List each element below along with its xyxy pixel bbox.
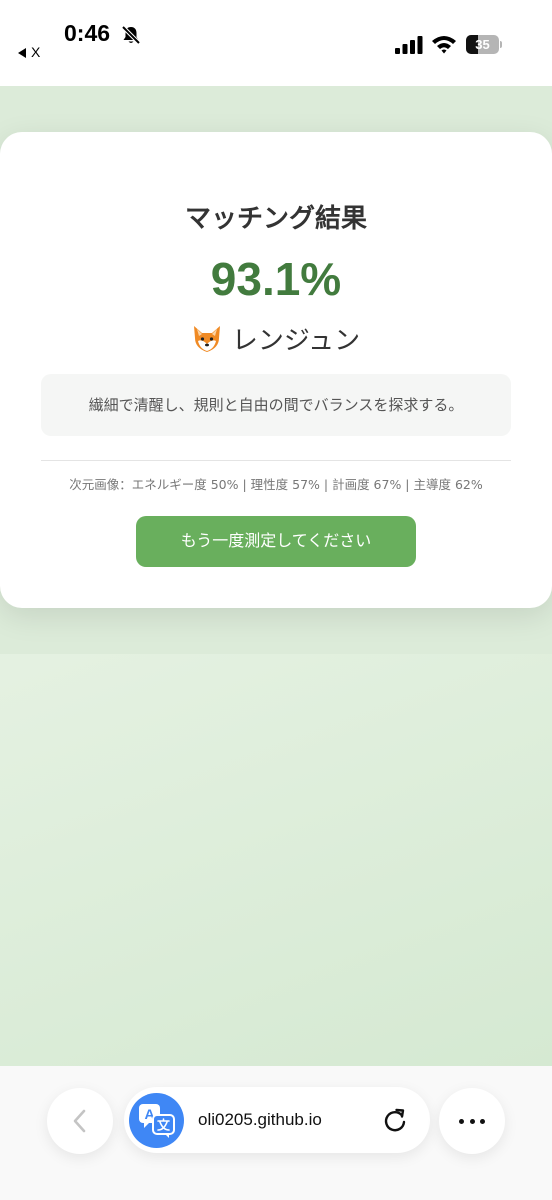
more-dot-icon (480, 1119, 485, 1124)
match-score: 93.1% (210, 253, 342, 305)
address-bar[interactable]: A oli0205.github.io (124, 1087, 430, 1153)
dimension-summary: 次元画像：エネルギー度 50% | 理性度 57% | 計画度 67% | 主導… (69, 477, 483, 492)
result-card: マッチング結果 93.1% レンジュン 繊細で清醒し、規則と自由の間でバランスを… (0, 132, 552, 608)
browser-back-button[interactable] (47, 1088, 113, 1154)
match-name: レンジュン (231, 326, 361, 356)
result-title: マッチング結果 (184, 204, 367, 234)
bell-muted-icon (121, 25, 141, 45)
browser-toolbar: A oli0205.github.io (0, 1066, 552, 1200)
more-dot-icon (469, 1119, 475, 1124)
more-options-button[interactable] (439, 1088, 505, 1154)
match-name-row: レンジュン (0, 320, 552, 360)
back-app-label: X (31, 44, 41, 60)
status-time: 0:46 (64, 20, 111, 46)
divider (41, 460, 511, 461)
battery-percent: 35 (475, 37, 490, 52)
back-to-app-link[interactable]: X (18, 44, 40, 60)
fox-icon (193, 326, 220, 352)
more-dot-icon (459, 1119, 464, 1124)
chevron-left-icon (73, 1109, 86, 1133)
url-text: oli0205.github.io (198, 1110, 322, 1129)
translate-icon: A (139, 1104, 175, 1138)
back-triangle-icon (18, 48, 26, 59)
description-box: 繊細で清醒し、規則と自由の間でバランスを探求する。 (41, 374, 511, 436)
retry-button[interactable]: もう一度測定してください (136, 516, 416, 567)
translate-button[interactable]: A (129, 1093, 184, 1148)
cellular-signal-icon (395, 36, 423, 54)
status-bar: 0:46 X 35 (0, 0, 552, 86)
reload-icon[interactable] (382, 1107, 408, 1133)
wifi-icon (432, 36, 456, 54)
battery-indicator: 35 (466, 35, 502, 54)
